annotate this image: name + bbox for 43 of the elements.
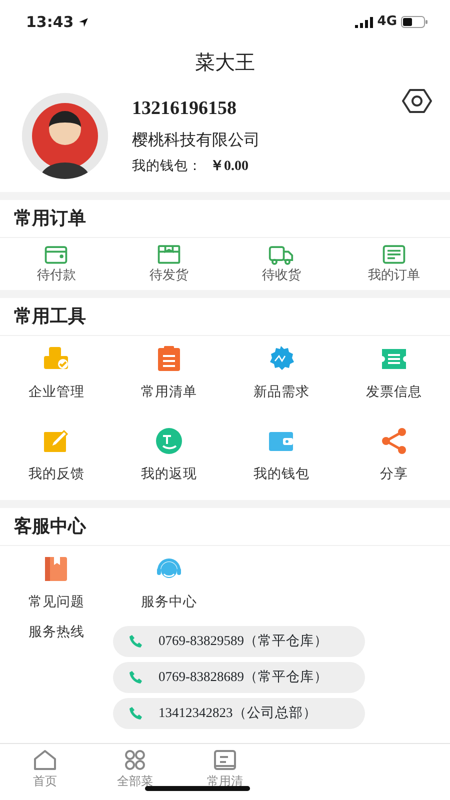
section-heading: 常用订单 bbox=[14, 208, 86, 229]
order-status-button[interactable]: 待发货 bbox=[112, 242, 225, 286]
section-heading: 客服中心 bbox=[14, 516, 86, 536]
hotline-button[interactable]: 0769-83828689（常平仓库） bbox=[112, 662, 364, 692]
phone-number: 13216196158 bbox=[132, 97, 238, 122]
tab-bar-item[interactable]: 全部菜 bbox=[90, 744, 180, 800]
hotline-button[interactable]: 0769-83829589（常平仓库） bbox=[112, 626, 364, 656]
phone-icon bbox=[128, 634, 142, 648]
service-button[interactable]: 常见问题 bbox=[28, 550, 84, 622]
grid-icon bbox=[122, 748, 148, 772]
location-icon bbox=[78, 16, 89, 28]
tool-button[interactable]: 发票信息 bbox=[366, 336, 422, 418]
page-title: 菜大王 bbox=[195, 49, 255, 76]
wallet-label: 我的钱包： bbox=[132, 157, 202, 176]
tool-button[interactable]: 新品需求 bbox=[253, 336, 310, 418]
box-icon bbox=[156, 242, 182, 266]
tool-button[interactable]: 分享 bbox=[378, 418, 409, 500]
order-status-button[interactable]: 待收货 bbox=[225, 242, 338, 286]
tool-button[interactable]: 常用清单 bbox=[140, 336, 197, 418]
hotline-label: 服务热线 bbox=[28, 622, 84, 642]
tool-button[interactable]: 我的反馈 bbox=[28, 418, 84, 500]
status-time: 13:43 bbox=[26, 12, 74, 33]
phone-icon bbox=[128, 670, 142, 684]
service-button[interactable]: 服务中心 bbox=[140, 550, 197, 622]
tool-button[interactable]: 我的钱包 bbox=[253, 418, 310, 500]
phone-icon bbox=[128, 706, 142, 720]
hotline-button[interactable]: 13412342823（公司总部） bbox=[112, 698, 364, 728]
settings-icon[interactable] bbox=[402, 88, 432, 114]
network-label: 4G bbox=[377, 13, 397, 32]
signal-icon bbox=[355, 16, 374, 28]
company-name: 樱桃科技有限公司 bbox=[132, 128, 261, 151]
section-heading: 常用工具 bbox=[14, 306, 86, 326]
order-status-button[interactable]: 我的订单 bbox=[338, 242, 450, 286]
wallet-balance: ￥0.00 bbox=[210, 158, 248, 176]
list-icon bbox=[212, 748, 238, 772]
battery-icon bbox=[401, 16, 428, 28]
list-icon bbox=[380, 242, 407, 266]
order-status-button[interactable]: 待付款 bbox=[0, 242, 112, 286]
tool-button[interactable]: 企业管理 bbox=[28, 336, 84, 418]
tab-bar-item[interactable]: 常用清 bbox=[180, 744, 270, 800]
home-icon bbox=[32, 748, 58, 772]
tool-button[interactable]: 我的返现 bbox=[140, 418, 197, 500]
tab-bar-item[interactable]: 首页 bbox=[0, 744, 90, 800]
